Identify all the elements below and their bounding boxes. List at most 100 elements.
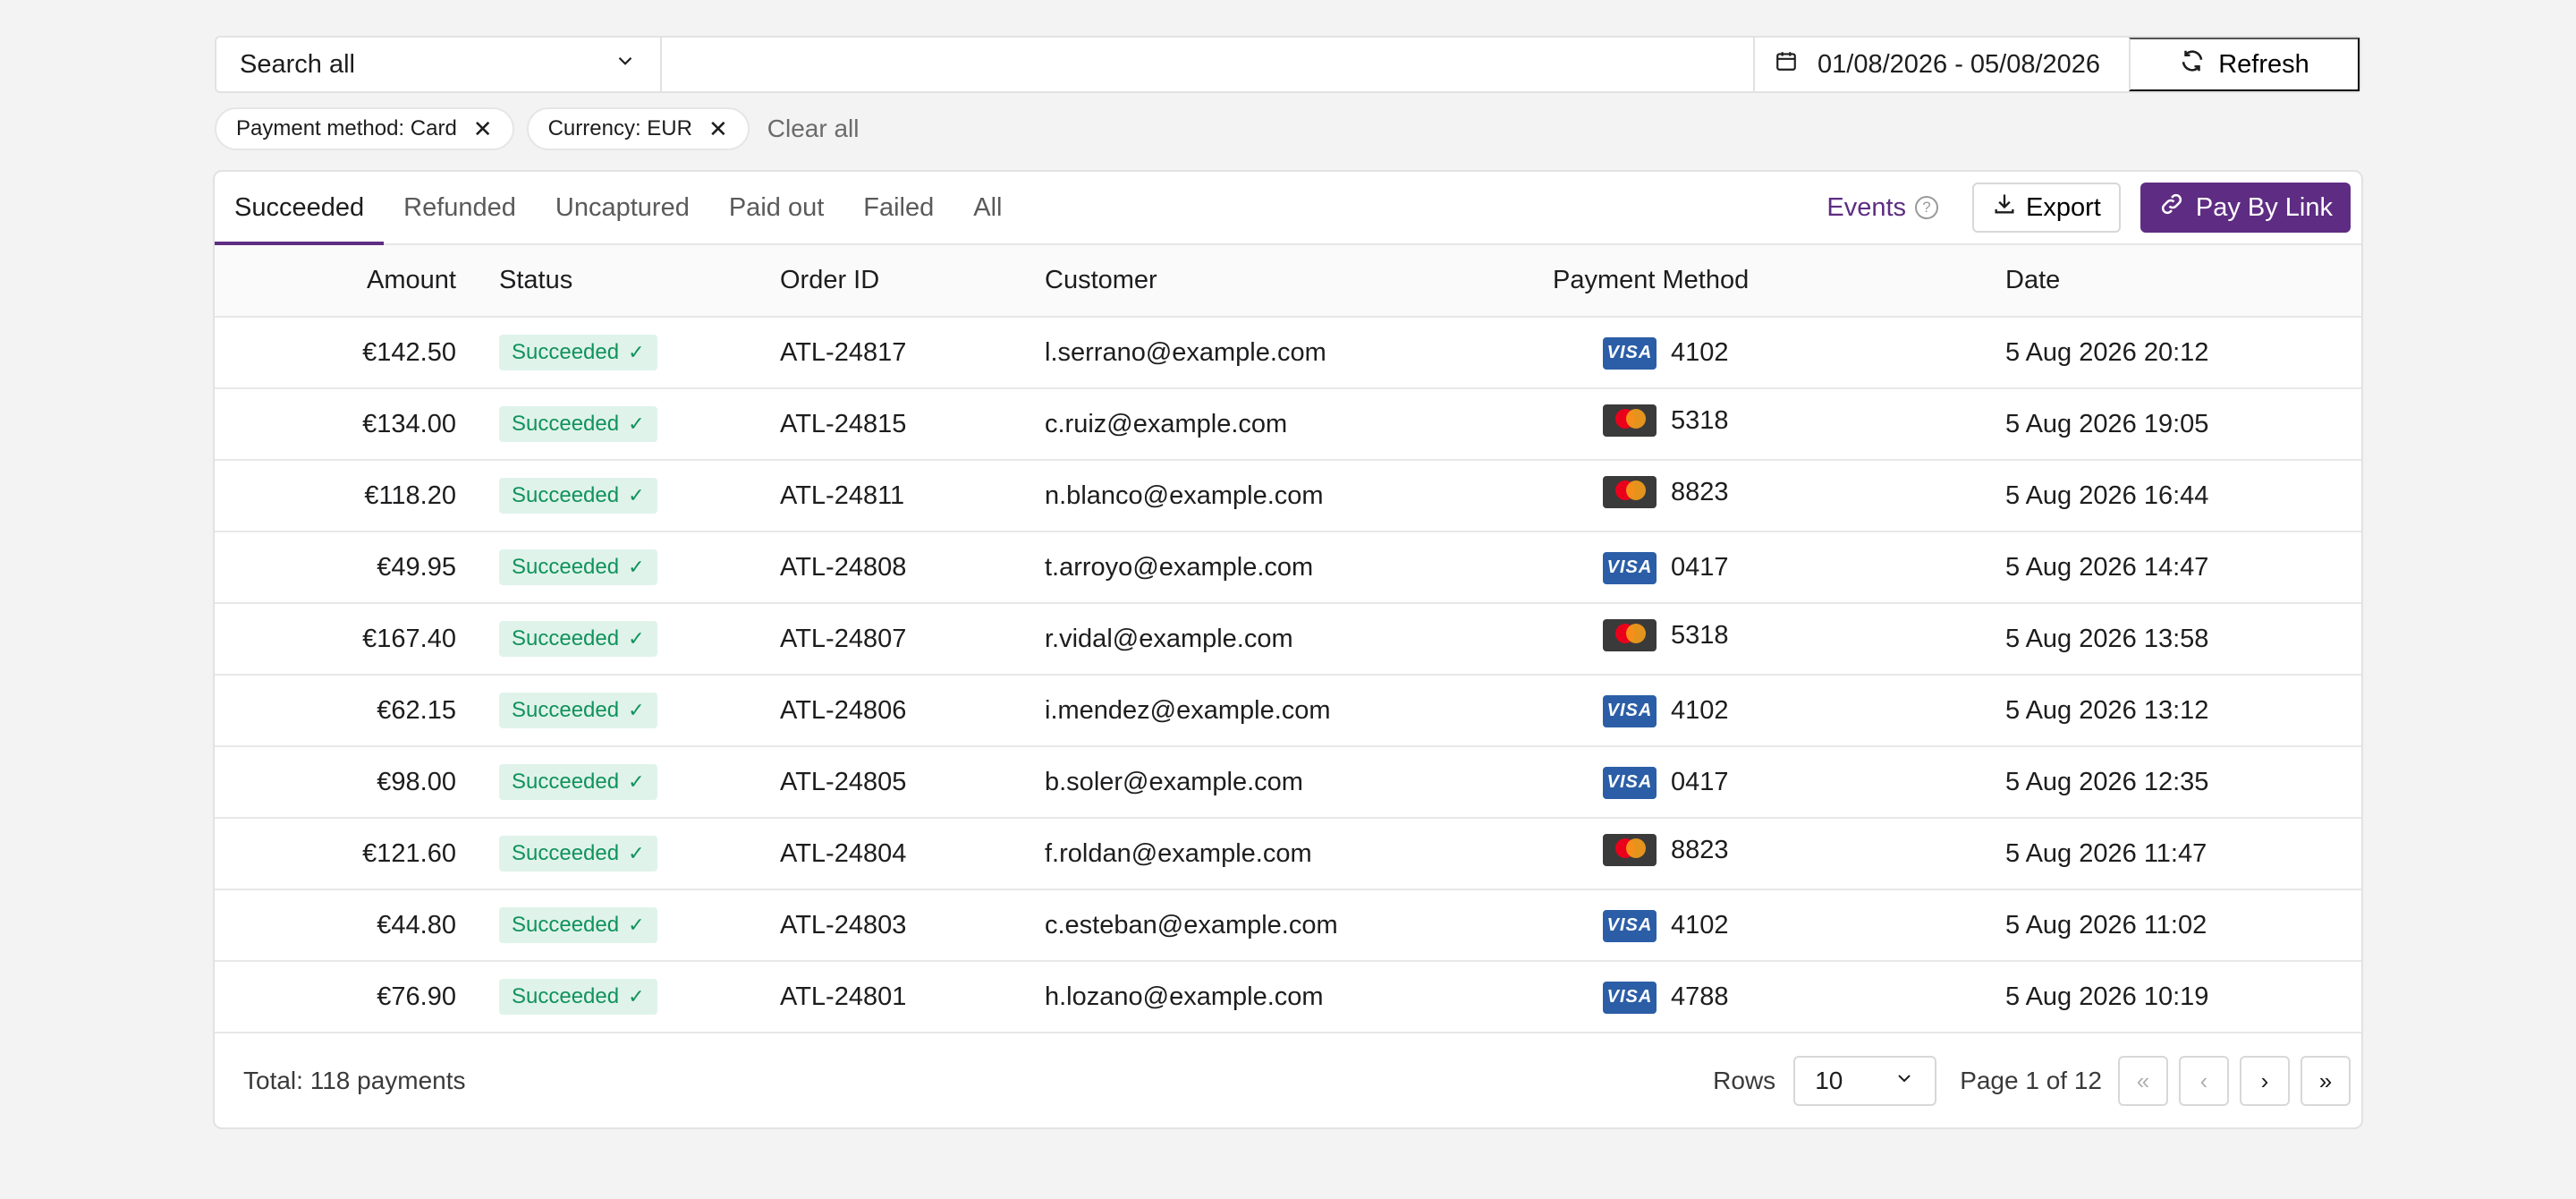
card-last4: 4102: [1671, 696, 1729, 726]
events-label: Events: [1826, 192, 1907, 222]
tab-paid-out[interactable]: Paid out: [709, 172, 843, 243]
filter-chip-label: Currency: EUR: [547, 116, 692, 140]
mastercard-icon: [1603, 619, 1657, 651]
status-label: Succeeded: [512, 770, 620, 794]
table-row[interactable]: €118.20 Succeeded ✓ ATL-24811 n.blanco@e…: [215, 460, 2361, 531]
customer-cell: l.serrano@example.com: [1045, 337, 1326, 367]
amount-cell: €62.15: [377, 695, 456, 725]
pay-by-link-label: Pay By Link: [2195, 192, 2333, 222]
status-label: Succeeded: [512, 555, 620, 579]
column-header-payment-method[interactable]: Payment Method: [1553, 245, 2005, 317]
status-cell: Succeeded ✓: [456, 388, 780, 460]
order-id-cell: ATL-24804: [780, 838, 907, 868]
status-tabs: Succeeded Refunded Uncaptured Paid out F…: [215, 172, 1022, 245]
payment-method-cell: VISA 4102: [1553, 675, 2005, 746]
payment-method-cell: VISA 4102: [1553, 317, 2005, 388]
close-icon[interactable]: ✕: [473, 117, 493, 140]
table-row[interactable]: €121.60 Succeeded ✓ ATL-24804 f.roldan@e…: [215, 818, 2361, 889]
date-cell: 5 Aug 2026 14:47: [2005, 552, 2209, 582]
customer-cell: h.lozano@example.com: [1045, 982, 1324, 1011]
column-header-status[interactable]: Status: [456, 245, 780, 317]
tabs-row: Succeeded Refunded Uncaptured Paid out F…: [215, 172, 2361, 245]
payment-method-cell: VISA 0417: [1553, 531, 2005, 603]
date-cell: 5 Aug 2026 13:58: [2005, 624, 2209, 653]
card-last4: 0417: [1671, 768, 1729, 797]
status-cell: Succeeded ✓: [456, 961, 780, 1033]
customer-cell: f.roldan@example.com: [1045, 838, 1312, 868]
search-scope-label: Search all: [240, 49, 355, 79]
payment-method-cell: 8823: [1553, 818, 2005, 889]
payments-card: Succeeded Refunded Uncaptured Paid out F…: [213, 170, 2363, 1129]
table-row[interactable]: €167.40 Succeeded ✓ ATL-24807 r.vidal@ex…: [215, 603, 2361, 675]
table-row[interactable]: €62.15 Succeeded ✓ ATL-24806 i.mendez@ex…: [215, 675, 2361, 746]
amount-cell: €76.90: [377, 982, 456, 1011]
status-label: Succeeded: [512, 483, 620, 507]
column-header-amount[interactable]: Amount: [215, 245, 456, 317]
amount-cell: €44.80: [377, 910, 456, 940]
amount-cell: €118.20: [364, 480, 456, 510]
close-icon[interactable]: ✕: [708, 117, 728, 140]
date-cell: 5 Aug 2026 12:35: [2005, 767, 2209, 796]
table-row[interactable]: €44.80 Succeeded ✓ ATL-24803 c.esteban@e…: [215, 889, 2361, 961]
next-page-icon: ›: [2260, 1067, 2269, 1094]
table-row[interactable]: €134.00 Succeeded ✓ ATL-24815 c.ruiz@exa…: [215, 388, 2361, 460]
rows-per-page-select[interactable]: 10: [1793, 1056, 1937, 1106]
visa-icon: VISA: [1603, 551, 1657, 584]
search-input[interactable]: [662, 38, 1753, 91]
refresh-button[interactable]: Refresh: [2129, 38, 2360, 91]
customer-cell: b.soler@example.com: [1045, 767, 1303, 796]
table-row[interactable]: €49.95 Succeeded ✓ ATL-24808 t.arroyo@ex…: [215, 531, 2361, 603]
tab-succeeded[interactable]: Succeeded: [215, 172, 385, 245]
tab-all[interactable]: All: [953, 172, 1021, 243]
visa-icon: VISA: [1603, 981, 1657, 1014]
tab-refunded[interactable]: Refunded: [384, 172, 536, 243]
check-icon: ✓: [628, 699, 645, 721]
first-page-button[interactable]: «: [2118, 1056, 2168, 1106]
order-id-cell: ATL-24801: [780, 982, 907, 1011]
customer-cell: i.mendez@example.com: [1045, 695, 1331, 725]
visa-icon: VISA: [1603, 766, 1657, 799]
status-cell: Succeeded ✓: [456, 675, 780, 746]
check-icon: ✓: [628, 341, 645, 363]
card-last4: 5318: [1671, 620, 1729, 650]
date-range-picker[interactable]: 01/08/2026 - 05/08/2026: [1753, 38, 2129, 91]
column-header-date[interactable]: Date: [2005, 245, 2361, 317]
payment-method-cell: VISA 4788: [1553, 961, 2005, 1033]
help-icon: ?: [1915, 196, 1939, 219]
amount-cell: €167.40: [362, 624, 456, 653]
tab-uncaptured[interactable]: Uncaptured: [536, 172, 709, 243]
card-last4: 4102: [1671, 338, 1729, 368]
pay-by-link-button[interactable]: Pay By Link: [2140, 183, 2351, 233]
column-header-customer[interactable]: Customer: [1045, 245, 1553, 317]
date-cell: 5 Aug 2026 19:05: [2005, 409, 2209, 438]
next-page-button[interactable]: ›: [2240, 1056, 2290, 1106]
table-row[interactable]: €76.90 Succeeded ✓ ATL-24801 h.lozano@ex…: [215, 961, 2361, 1033]
clear-all-link[interactable]: Clear all: [767, 115, 860, 143]
table-row[interactable]: €142.50 Succeeded ✓ ATL-24817 l.serrano@…: [215, 317, 2361, 388]
amount-cell: €98.00: [377, 767, 456, 796]
customer-cell: c.esteban@example.com: [1045, 910, 1338, 940]
tab-failed[interactable]: Failed: [843, 172, 953, 243]
date-cell: 5 Aug 2026 11:47: [2005, 838, 2207, 868]
payment-method-cell: 8823: [1553, 460, 2005, 531]
status-badge: Succeeded ✓: [499, 693, 657, 728]
events-link[interactable]: Events ?: [1826, 192, 1939, 223]
card-last4: 0417: [1671, 553, 1729, 582]
order-id-cell: ATL-24811: [780, 480, 905, 510]
rows-per-page-value: 10: [1815, 1067, 1843, 1094]
table-header-row: Amount Status Order ID Customer Payment …: [215, 245, 2361, 317]
status-label: Succeeded: [512, 841, 620, 865]
calendar-icon: [1775, 49, 1798, 80]
last-page-button[interactable]: »: [2301, 1056, 2351, 1106]
amount-cell: €134.00: [362, 409, 456, 438]
prev-page-icon: ‹: [2199, 1067, 2208, 1094]
check-icon: ✓: [628, 770, 645, 793]
export-button[interactable]: Export: [1972, 183, 2121, 233]
column-header-order-id[interactable]: Order ID: [780, 245, 1045, 317]
prev-page-button[interactable]: ‹: [2179, 1056, 2229, 1106]
table-row[interactable]: €98.00 Succeeded ✓ ATL-24805 b.soler@exa…: [215, 746, 2361, 818]
customer-cell: c.ruiz@example.com: [1045, 409, 1288, 438]
search-scope-select[interactable]: Search all: [216, 38, 662, 91]
amount-cell: €142.50: [362, 337, 456, 367]
mastercard-icon: [1603, 834, 1657, 866]
